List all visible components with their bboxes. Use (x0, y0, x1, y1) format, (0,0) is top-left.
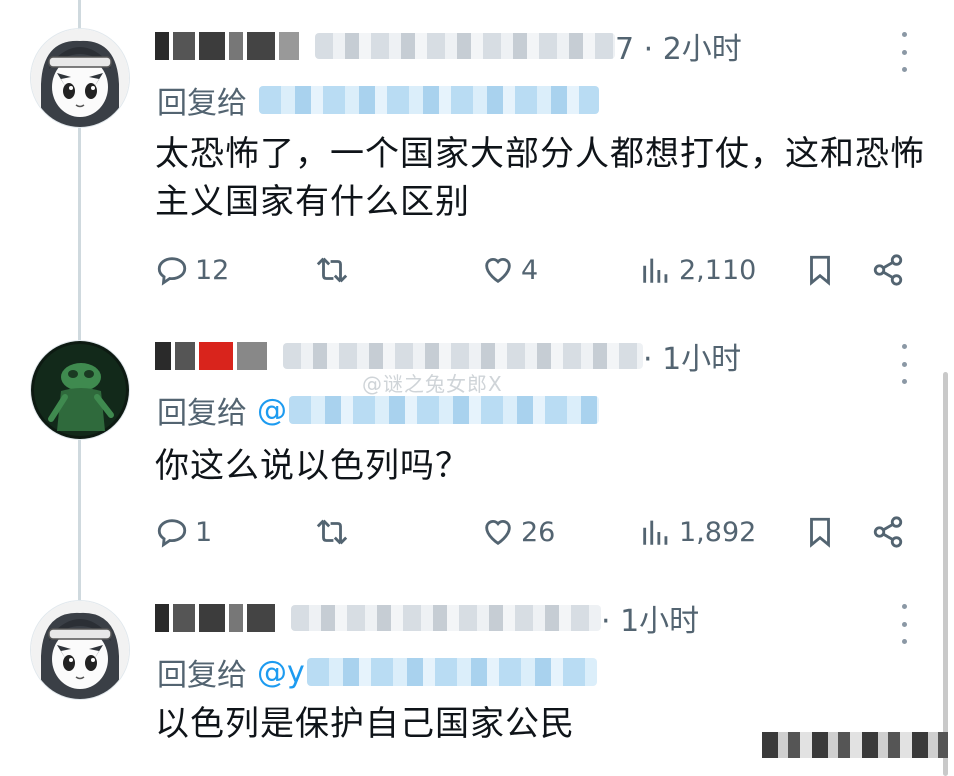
retweet-icon (316, 257, 348, 283)
views-icon (643, 258, 668, 283)
handle-blurred[interactable] (291, 605, 601, 631)
bookmark-icon (810, 255, 830, 286)
handle-blurred[interactable] (315, 33, 615, 59)
share-icon (873, 516, 903, 548)
comment-text: 你这么说以色列吗？ (155, 446, 470, 486)
action-bar: 12 4 2,110 (155, 250, 915, 290)
avatar[interactable] (30, 600, 130, 700)
timestamp[interactable]: · 1小时 (643, 334, 741, 378)
like-count: 26 (521, 516, 556, 548)
reply-to-label: 回复给 (157, 396, 247, 431)
comment-header: · 1小时 (155, 596, 699, 640)
bookmark-button[interactable] (803, 250, 843, 290)
reply-to-handle-blurred[interactable] (259, 86, 599, 114)
comment-text: 太恐怖了，一个国家大部分人都想打仗，这和恐怖主义国家有什么区别 (155, 134, 925, 222)
reply-count: 12 (195, 254, 230, 286)
reply-to-handle-blurred[interactable] (289, 396, 599, 424)
scrollbar[interactable] (943, 372, 948, 776)
reply-icon (157, 257, 187, 286)
reply-to: 回复给 @y (157, 650, 597, 694)
display-name-blurred[interactable] (155, 29, 299, 63)
like-button[interactable]: 26 (481, 512, 555, 552)
view-count: 1,892 (679, 516, 757, 548)
reply-button[interactable]: 1 (155, 512, 212, 552)
bookmark-button[interactable] (803, 512, 843, 552)
more-icon[interactable] (896, 604, 912, 644)
display-name-blurred[interactable] (155, 339, 267, 373)
reply-to: 回复给 (157, 78, 599, 122)
more-icon[interactable] (896, 32, 912, 72)
share-button[interactable] (871, 512, 911, 552)
more-icon[interactable] (896, 344, 912, 384)
views-button[interactable]: 2,110 (639, 250, 756, 290)
reply-to-label: 回复给 (157, 658, 247, 693)
avatar[interactable] (30, 340, 130, 440)
heart-icon (485, 258, 511, 284)
reply-to-handle[interactable]: @y (257, 655, 305, 690)
view-count: 2,110 (679, 254, 757, 286)
reply-to-handle-blurred[interactable] (306, 658, 597, 686)
retweet-icon (316, 519, 348, 545)
share-icon (873, 254, 903, 286)
reply-count: 1 (195, 516, 213, 548)
display-name-blurred[interactable] (155, 601, 275, 635)
watermark: @谜之兔女郎X (362, 372, 503, 396)
views-button[interactable]: 1,892 (639, 512, 756, 552)
avatar[interactable] (30, 28, 130, 128)
views-icon (643, 520, 668, 545)
action-bar: 1 26 1,892 (155, 512, 915, 552)
reply-to-handle[interactable]: @ (257, 393, 287, 428)
retweet-button[interactable] (315, 512, 355, 552)
like-count: 4 (521, 254, 539, 286)
reply-icon (157, 519, 187, 548)
heart-icon (485, 520, 511, 546)
bookmark-icon (810, 517, 830, 548)
reply-to-label: 回复给 (157, 86, 247, 121)
like-button[interactable]: 4 (481, 250, 538, 290)
timestamp[interactable]: 7 · 2小时 (615, 24, 742, 68)
blurred-region (762, 732, 948, 758)
timestamp[interactable]: · 1小时 (601, 596, 699, 640)
handle-blurred[interactable] (283, 343, 643, 369)
retweet-button[interactable] (315, 250, 355, 290)
share-button[interactable] (871, 250, 911, 290)
comment-header: 7 · 2小时 (155, 24, 742, 68)
reply-button[interactable]: 12 (155, 250, 229, 290)
